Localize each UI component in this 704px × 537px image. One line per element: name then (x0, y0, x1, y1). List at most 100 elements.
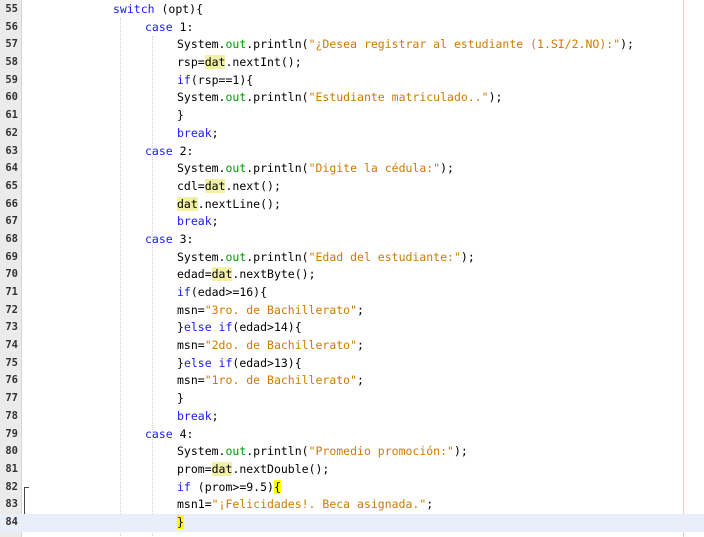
code-text: } (177, 514, 184, 532)
code-line[interactable]: 76 msn="1ro. de Bachillerato"; (0, 372, 704, 390)
code-token: (edad>=16){ (190, 285, 268, 299)
code-token: ; (357, 338, 364, 353)
string-literal: "3ro. de Bachillerato" (204, 302, 358, 317)
line-number: 59 (5, 73, 18, 86)
code-token: .println( (246, 161, 309, 176)
code-line[interactable]: 60 System.out.println("Estudiante matricu… (0, 89, 704, 107)
code-line[interactable]: 82 if (prom>=9.5){ (0, 479, 704, 497)
code-line[interactable]: 83 msn1="¡Felicidades!. Beca asignada."; (0, 496, 704, 514)
code-line[interactable]: 71 if(edad>=16){ (0, 284, 704, 302)
code-token: 4: (172, 426, 194, 441)
field-token: out (225, 37, 247, 52)
field-token: out (225, 444, 247, 459)
string-literal: "Promedio promoción:" (308, 444, 454, 459)
code-line[interactable]: 62 break; (0, 125, 704, 143)
code-token: prom= (177, 461, 212, 476)
code-token: ; (211, 214, 219, 229)
keyword-token: case (145, 19, 173, 34)
string-literal: "Estudiante matriculado.." (308, 90, 489, 105)
string-literal: "1ro. de Bachillerato" (204, 373, 358, 388)
code-line[interactable]: 66 dat.nextLine(); (0, 196, 704, 214)
code-text: msn1="¡Felicidades!. Beca asignada."; (177, 496, 433, 514)
code-token: ; (211, 125, 219, 140)
code-line[interactable]: 79 case 4: (0, 426, 704, 444)
code-token: cdl= (177, 178, 205, 193)
code-text: if (prom>=9.5){ (177, 479, 281, 497)
line-number: 79 (5, 427, 18, 440)
keyword-token: if (177, 479, 191, 494)
code-token: 1: (172, 19, 194, 34)
code-line[interactable]: 63 case 2: (0, 143, 704, 161)
code-token: } (177, 391, 184, 406)
line-number: 81 (5, 462, 18, 475)
code-line[interactable]: 73 }else if(edad>14){ (0, 319, 704, 337)
code-line[interactable]: 68 case 3: (0, 231, 704, 249)
code-line[interactable]: 84} (0, 513, 704, 532)
code-text: }else if(edad>13){ (177, 355, 302, 373)
code-text: break; (177, 125, 219, 143)
code-line[interactable]: 80 System.out.println("Promedio promoción… (0, 443, 704, 461)
code-token: System. (177, 444, 226, 459)
code-line[interactable]: 55 switch (opt){ (0, 1, 704, 19)
code-line[interactable]: 70 edad=dat.nextByte(); (0, 266, 704, 284)
line-number: 58 (5, 56, 18, 69)
keyword-token: break (177, 125, 212, 140)
code-text: }else if(edad>14){ (177, 319, 302, 337)
code-line[interactable]: 81 prom=dat.nextDouble(); (0, 461, 704, 479)
code-editor[interactable]: 55 switch (opt){56 case 1: 57 System.out.pri… (0, 0, 704, 537)
code-token: ; (426, 497, 434, 512)
code-text: System.out.println("Digite la cédula:"); (177, 160, 454, 178)
code-line[interactable]: 65 cdl=dat.next(); (0, 178, 704, 196)
string-literal: "Digite la cédula:" (308, 161, 441, 176)
code-token: ; (211, 408, 219, 423)
code-line[interactable]: 72 msn="3ro. de Bachillerato"; (0, 302, 704, 320)
line-number: 68 (5, 232, 18, 245)
code-text: System.out.println("Promedio promoción:"… (177, 443, 468, 461)
keyword-token: break (177, 214, 212, 229)
keyword-token: switch (113, 2, 155, 16)
field-token: out (225, 90, 247, 105)
line-number: 64 (5, 162, 18, 175)
code-text: } (177, 390, 184, 408)
code-line[interactable]: 57 System.out.println("¿Desea registrar a… (0, 36, 704, 54)
code-token: .nextInt(); (225, 55, 302, 70)
code-line[interactable]: 59 if(rsp==1){ (0, 72, 704, 90)
code-text: cdl=dat.next(); (177, 178, 281, 196)
code-token: System. (177, 90, 226, 105)
string-literal: "¡Felicidades!. Beca asignada." (211, 497, 427, 512)
code-token: ); (460, 249, 475, 264)
code-line[interactable]: 75}else if(edad>13){ (0, 355, 704, 373)
code-lines: 55 switch (opt){56 case 1: 57 System.out.pri… (0, 1, 704, 532)
code-token: System. (177, 37, 226, 52)
line-number: 70 (5, 268, 18, 281)
code-token: (prom>=9.5) (190, 479, 274, 494)
keyword-token: case (145, 143, 173, 158)
code-line[interactable]: 74 msn="2do. de Bachillerato"; (0, 337, 704, 355)
keyword-token: if (177, 285, 191, 299)
code-token: 2: (172, 143, 194, 158)
code-line[interactable]: 64 System.out.println("Digite la cédula:"… (0, 160, 704, 178)
code-text: break; (177, 408, 219, 426)
keyword-token: case (145, 426, 173, 441)
code-line[interactable]: 58 rsp=dat.nextInt(); (0, 54, 704, 72)
line-number: 73 (5, 321, 18, 334)
code-text: switch (opt){ (113, 1, 203, 19)
code-line[interactable]: 69 System.out.println("Edad del estudiant… (0, 249, 704, 267)
code-token: msn= (177, 373, 205, 388)
line-number: 63 (5, 144, 18, 157)
code-line[interactable]: 77} (0, 390, 704, 408)
line-number: 74 (5, 339, 18, 352)
line-number: 55 (5, 3, 18, 15)
keyword-token: if (177, 72, 191, 87)
code-token: ; (357, 373, 364, 388)
line-number: 66 (5, 197, 18, 210)
code-token: msn1= (177, 497, 212, 512)
keyword-token: else if (183, 355, 233, 370)
code-line[interactable]: 78 break; (0, 408, 704, 426)
code-token: } (177, 355, 184, 370)
code-text: System.out.println("Edad del estudiante:… (177, 249, 475, 267)
code-line[interactable]: 67 break; (0, 213, 704, 231)
code-text: prom=dat.nextDouble(); (177, 461, 329, 479)
code-line[interactable]: 56 case 1: (0, 19, 704, 37)
code-line[interactable]: 61} (0, 107, 704, 125)
